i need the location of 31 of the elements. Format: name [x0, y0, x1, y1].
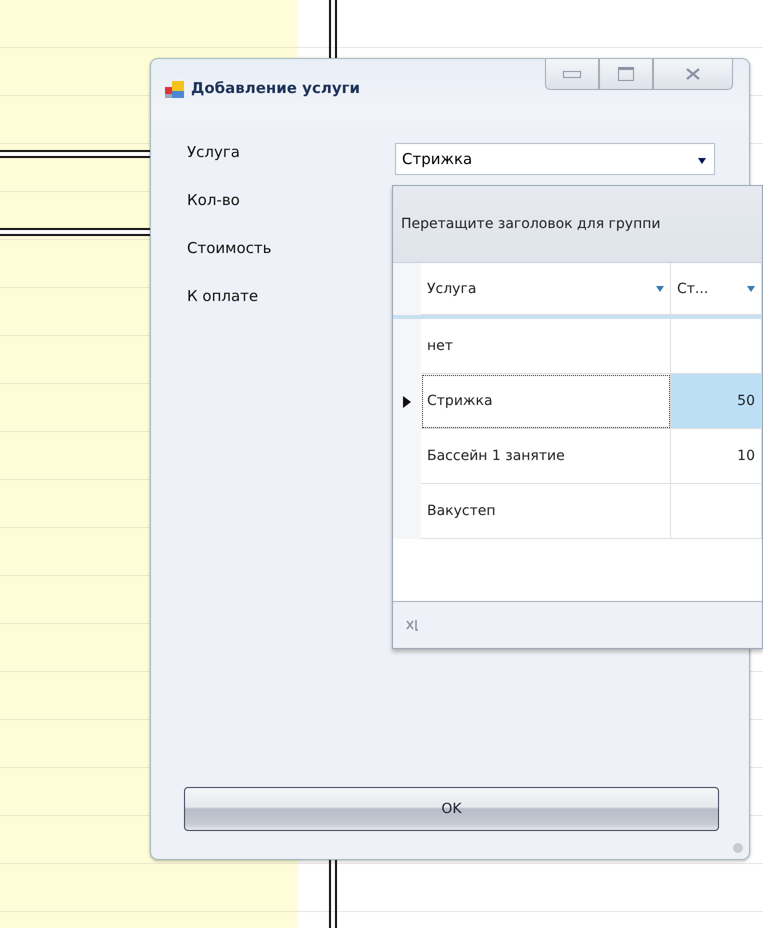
close-icon: [685, 68, 701, 80]
field-label: Стоимость: [187, 239, 272, 257]
grid-row[interactable]: Стрижка 50: [393, 374, 762, 429]
table-cell: Стрижка: [421, 374, 671, 429]
table-cell: Вакустеп: [421, 484, 671, 539]
maximize-button[interactable]: [599, 59, 653, 90]
table-cell: нет: [421, 319, 671, 374]
grid-row[interactable]: Вакустеп: [393, 484, 762, 539]
table-cell: 50: [737, 393, 755, 409]
field-label: Услуга: [187, 143, 241, 161]
service-dropdown[interactable]: Стрижка: [395, 143, 715, 175]
app-icon: [165, 81, 185, 99]
caret-icon: [698, 158, 706, 164]
grid-row[interactable]: Бассейн 1 занятие 10: [393, 429, 762, 484]
minimize-button[interactable]: [545, 59, 599, 90]
filter-caret-icon[interactable]: [747, 286, 755, 292]
grid-row[interactable]: нет: [393, 319, 762, 374]
window-title: Добавление услуги: [191, 79, 360, 97]
filter-caret-icon[interactable]: [656, 286, 664, 292]
field-label: Кол-во: [187, 191, 241, 209]
group-panel-hint: Перетащите заголовок для группи: [401, 216, 660, 232]
current-row-icon: [403, 396, 411, 408]
field-label: К оплате: [187, 287, 260, 305]
table-cell: 10: [737, 448, 755, 464]
column-header[interactable]: Ст...: [671, 263, 762, 315]
close-button[interactable]: [653, 59, 733, 90]
resize-grip-icon: [733, 843, 743, 853]
column-header[interactable]: Услуга: [421, 263, 671, 315]
ok-button[interactable]: OK: [184, 787, 719, 831]
table-cell: Бассейн 1 занятие: [421, 429, 671, 484]
clear-filter-icon[interactable]: [405, 618, 419, 632]
